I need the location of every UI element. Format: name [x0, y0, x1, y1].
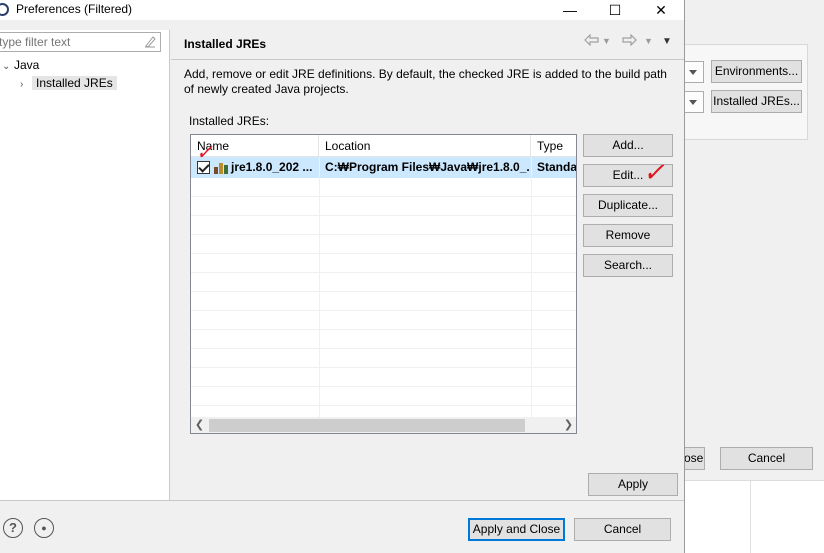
scrollbar-thumb[interactable]: [209, 419, 525, 432]
table-cell-location: C:₩Program Files₩Java₩jre1.8.0_...: [325, 160, 529, 174]
background-combo[interactable]: [684, 61, 704, 83]
preferences-dialog: Preferences (Filtered) — ☐ ✕ ⌄Java ›Inst…: [0, 0, 685, 553]
import-export-icon[interactable]: ●: [34, 518, 54, 538]
background-combo[interactable]: [684, 91, 704, 113]
tree-item-label: Java: [14, 58, 40, 72]
page-description: Add, remove or edit JRE definitions. By …: [184, 67, 667, 96]
clear-icon[interactable]: [144, 35, 156, 48]
duplicate-button[interactable]: Duplicate...: [583, 194, 673, 217]
window-title: Preferences (Filtered): [16, 2, 133, 16]
installed-jres-label: Installed JREs:: [189, 114, 270, 128]
cancel-button[interactable]: Cancel: [574, 518, 671, 541]
filter-input[interactable]: [0, 33, 139, 51]
forward-icon[interactable]: [621, 33, 637, 49]
table-cell-name: jre1.8.0_202 ...: [197, 157, 319, 178]
preference-tree-pane: ⌄Java ›Installed JREs: [0, 30, 170, 500]
annotation-checkmark: ✓: [643, 158, 665, 188]
installed-jres-button[interactable]: Installed JREs...: [711, 90, 802, 113]
tree-item-installed-jres[interactable]: › Installed JREs: [20, 74, 117, 92]
add-button[interactable]: Add...: [583, 134, 673, 157]
app-icon: [0, 3, 9, 16]
column-header-location[interactable]: Location: [319, 135, 531, 157]
background-content: [684, 480, 824, 553]
scroll-right-icon[interactable]: ❯: [560, 417, 576, 433]
back-icon[interactable]: [584, 33, 600, 49]
chevron-down-icon[interactable]: ▼: [602, 36, 611, 46]
background-window: Environments... Installed JREs... ose Ca…: [684, 0, 824, 553]
close-button[interactable]: ✕: [638, 0, 684, 20]
horizontal-scrollbar[interactable]: ❮ ❯: [191, 417, 576, 433]
page-title: Installed JREs: [184, 37, 267, 51]
table-cell-type: Standa: [537, 160, 577, 174]
background-close-button[interactable]: ose: [684, 447, 705, 470]
help-icon[interactable]: ?: [3, 518, 23, 538]
table-row[interactable]: jre1.8.0_202 ... C:₩Program Files₩Java₩j…: [191, 157, 577, 178]
tree-item-label: Installed JREs: [32, 76, 117, 90]
apply-button[interactable]: Apply: [588, 473, 678, 496]
chevron-down-icon[interactable]: ▼: [644, 36, 653, 46]
jre-table[interactable]: Name Location Type jre1.8.0_202 ... C:₩P…: [190, 134, 577, 434]
remove-button[interactable]: Remove: [583, 224, 673, 247]
chevron-right-icon[interactable]: ›: [20, 76, 32, 94]
jre-name: jre1.8.0_202 ...: [231, 160, 313, 174]
preference-page: Installed JREs ▼ ▼ ▼ Add, remove or edit…: [171, 30, 684, 500]
view-menu-icon[interactable]: ▼: [662, 36, 672, 47]
chevron-down-icon[interactable]: ⌄: [2, 58, 14, 76]
tree-item-java[interactable]: ⌄ Java: [2, 56, 39, 74]
annotation-checkmark: ✓: [196, 140, 213, 164]
scroll-left-icon[interactable]: ❮: [191, 417, 208, 433]
header-divider: [171, 59, 684, 60]
jre-library-icon: [214, 163, 228, 175]
filter-field[interactable]: [0, 32, 161, 52]
table-header: Name Location Type: [191, 135, 576, 157]
background-cancel-button[interactable]: Cancel: [720, 447, 813, 470]
search-button[interactable]: Search...: [583, 254, 673, 277]
title-bar: Preferences (Filtered) — ☐ ✕: [0, 0, 684, 20]
column-header-type[interactable]: Type: [531, 135, 576, 157]
environments-button[interactable]: Environments...: [711, 60, 802, 83]
minimize-button[interactable]: —: [547, 0, 593, 20]
apply-and-close-button[interactable]: Apply and Close: [468, 518, 565, 541]
maximize-button[interactable]: ☐: [592, 0, 638, 20]
footer-divider: [0, 500, 684, 501]
